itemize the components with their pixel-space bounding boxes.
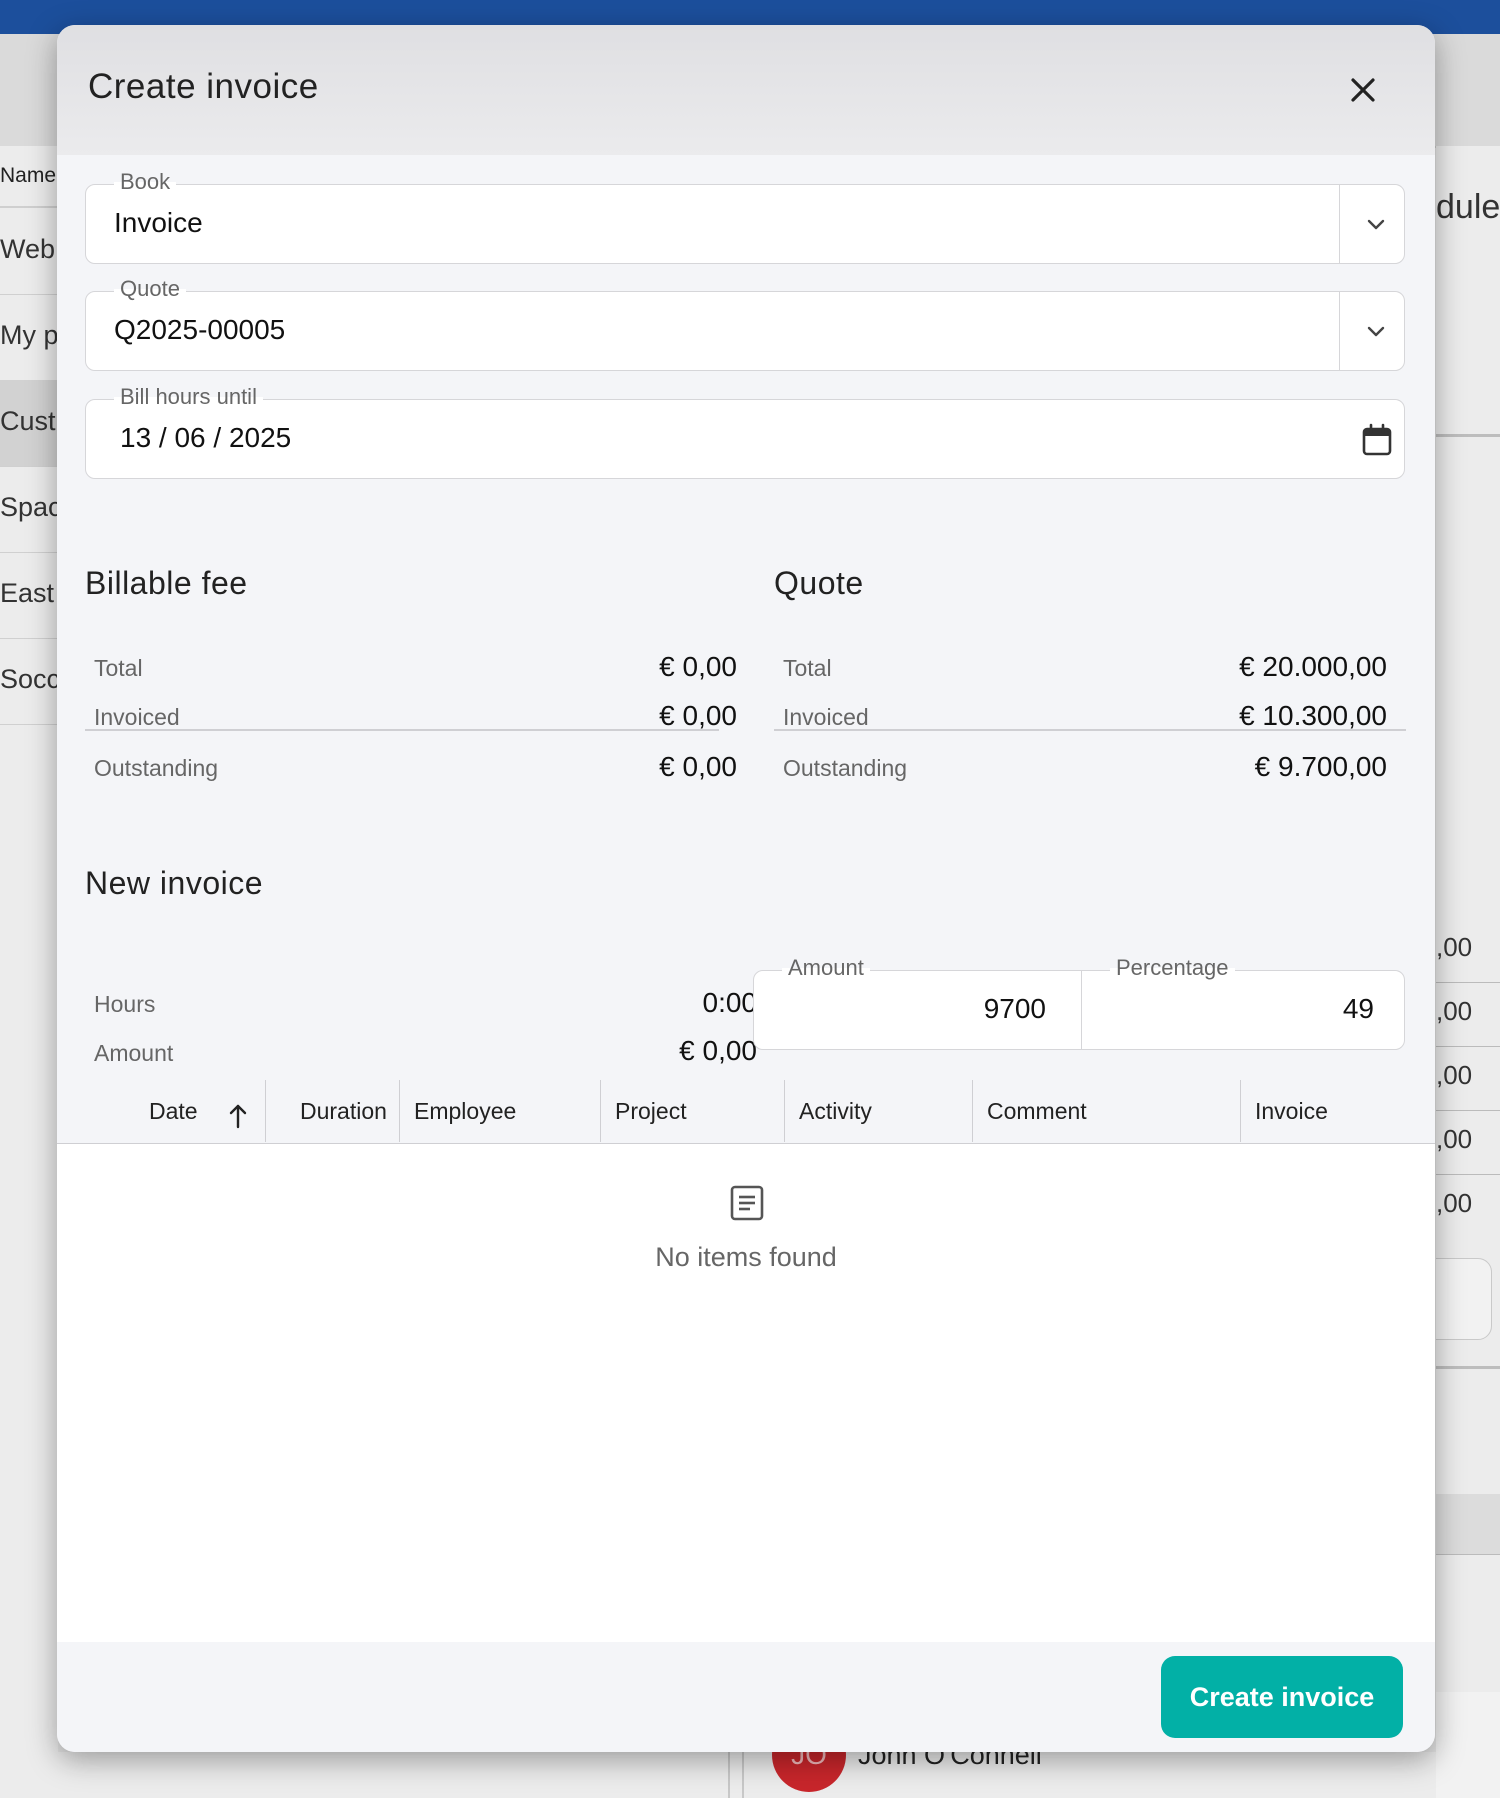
list-item[interactable]: Web xyxy=(0,208,58,295)
billable-invoiced-label: Invoiced xyxy=(94,704,180,730)
billable-total-label: Total xyxy=(94,655,143,681)
new-invoice-title: New invoice xyxy=(85,865,264,901)
list-item[interactable]: East xyxy=(0,552,58,639)
chevron-down-icon[interactable] xyxy=(1356,205,1396,245)
new-invoice-amount-value: € 0,00 xyxy=(679,1035,757,1066)
book-label: Book xyxy=(114,169,177,195)
column-header-name: Name xyxy=(0,164,57,187)
quote-total-label: Total xyxy=(783,655,832,681)
new-invoice-hours-value: 0:00 xyxy=(702,987,758,1018)
new-invoice-hours-label: Hours xyxy=(94,991,156,1017)
amount-input-label: Amount xyxy=(782,955,870,981)
background-detail-panel: dule ,00 ,00 ,00 ,00 ,00 xyxy=(1436,146,1500,1798)
list-item[interactable]: Socc xyxy=(0,638,58,725)
column-duration[interactable]: Duration xyxy=(300,1098,387,1125)
quote-total-value: € 20.000,00 xyxy=(1239,651,1387,682)
column-employee[interactable]: Employee xyxy=(414,1098,516,1125)
list-item[interactable]: Cust xyxy=(0,380,58,467)
schedule-heading: dule xyxy=(1436,188,1500,226)
hours-table-header: Date Duration Employee Project Activity … xyxy=(57,1080,1435,1145)
quote-invoiced-label: Invoiced xyxy=(783,704,869,730)
arrow-up-icon[interactable] xyxy=(225,1100,251,1130)
hours-table-body: No items found xyxy=(57,1144,1435,1642)
percentage-input[interactable]: 49 xyxy=(1094,993,1374,1025)
book-select[interactable]: Book Invoice xyxy=(85,169,1405,264)
amount-percentage-inputs: Amount 9700 Percentage 49 xyxy=(753,955,1405,1050)
quote-label: Quote xyxy=(114,276,186,302)
bill-hours-until-date-field[interactable]: Bill hours until 13 / 06 / 2025 xyxy=(85,384,1405,479)
list-item[interactable]: My p xyxy=(0,294,58,381)
column-project[interactable]: Project xyxy=(615,1098,687,1125)
quote-value: Q2025-00005 xyxy=(114,314,286,345)
billable-outstanding-value: € 0,00 xyxy=(659,751,737,782)
create-invoice-dialog: Create invoice Book Invoice Quote Q2025-… xyxy=(57,25,1435,1752)
empty-state-text: No items found xyxy=(655,1242,837,1272)
quote-invoiced-value: € 10.300,00 xyxy=(1239,700,1387,731)
dialog-title: Create invoice xyxy=(88,67,319,106)
background-project-list: Name Web My p Cust Spac East Socc xyxy=(0,146,58,1798)
bill-hours-until-value: 13 / 06 / 2025 xyxy=(120,422,292,453)
column-activity[interactable]: Activity xyxy=(799,1098,872,1125)
list-item[interactable]: Spac xyxy=(0,466,58,553)
billable-outstanding-label: Outstanding xyxy=(94,755,219,781)
document-icon xyxy=(730,1185,764,1221)
chevron-down-icon[interactable] xyxy=(1356,312,1396,352)
background-bottom-area xyxy=(58,1752,1436,1798)
column-comment[interactable]: Comment xyxy=(987,1098,1087,1125)
dialog-header: Create invoice xyxy=(57,25,1435,155)
calendar-icon[interactable] xyxy=(1360,422,1394,458)
billable-fee-title: Billable fee xyxy=(85,565,248,601)
column-date[interactable]: Date xyxy=(149,1098,198,1125)
quote-summary-title: Quote xyxy=(774,565,864,601)
billable-total-value: € 0,00 xyxy=(659,651,737,682)
book-value: Invoice xyxy=(114,207,203,238)
bill-hours-until-label: Bill hours until xyxy=(114,384,263,410)
quote-outstanding-value: € 9.700,00 xyxy=(1254,751,1387,782)
column-invoice[interactable]: Invoice xyxy=(1255,1098,1328,1125)
quote-outstanding-label: Outstanding xyxy=(783,755,908,781)
new-invoice-amount-label: Amount xyxy=(94,1040,174,1066)
quote-select[interactable]: Quote Q2025-00005 xyxy=(85,276,1405,371)
billable-invoiced-value: € 0,00 xyxy=(659,700,737,731)
amount-input[interactable]: 9700 xyxy=(764,993,1046,1025)
close-icon[interactable] xyxy=(1340,67,1386,113)
create-invoice-button[interactable]: Create invoice xyxy=(1161,1656,1403,1738)
dialog-footer: Create invoice xyxy=(57,1642,1435,1752)
percentage-input-label: Percentage xyxy=(1110,955,1235,981)
